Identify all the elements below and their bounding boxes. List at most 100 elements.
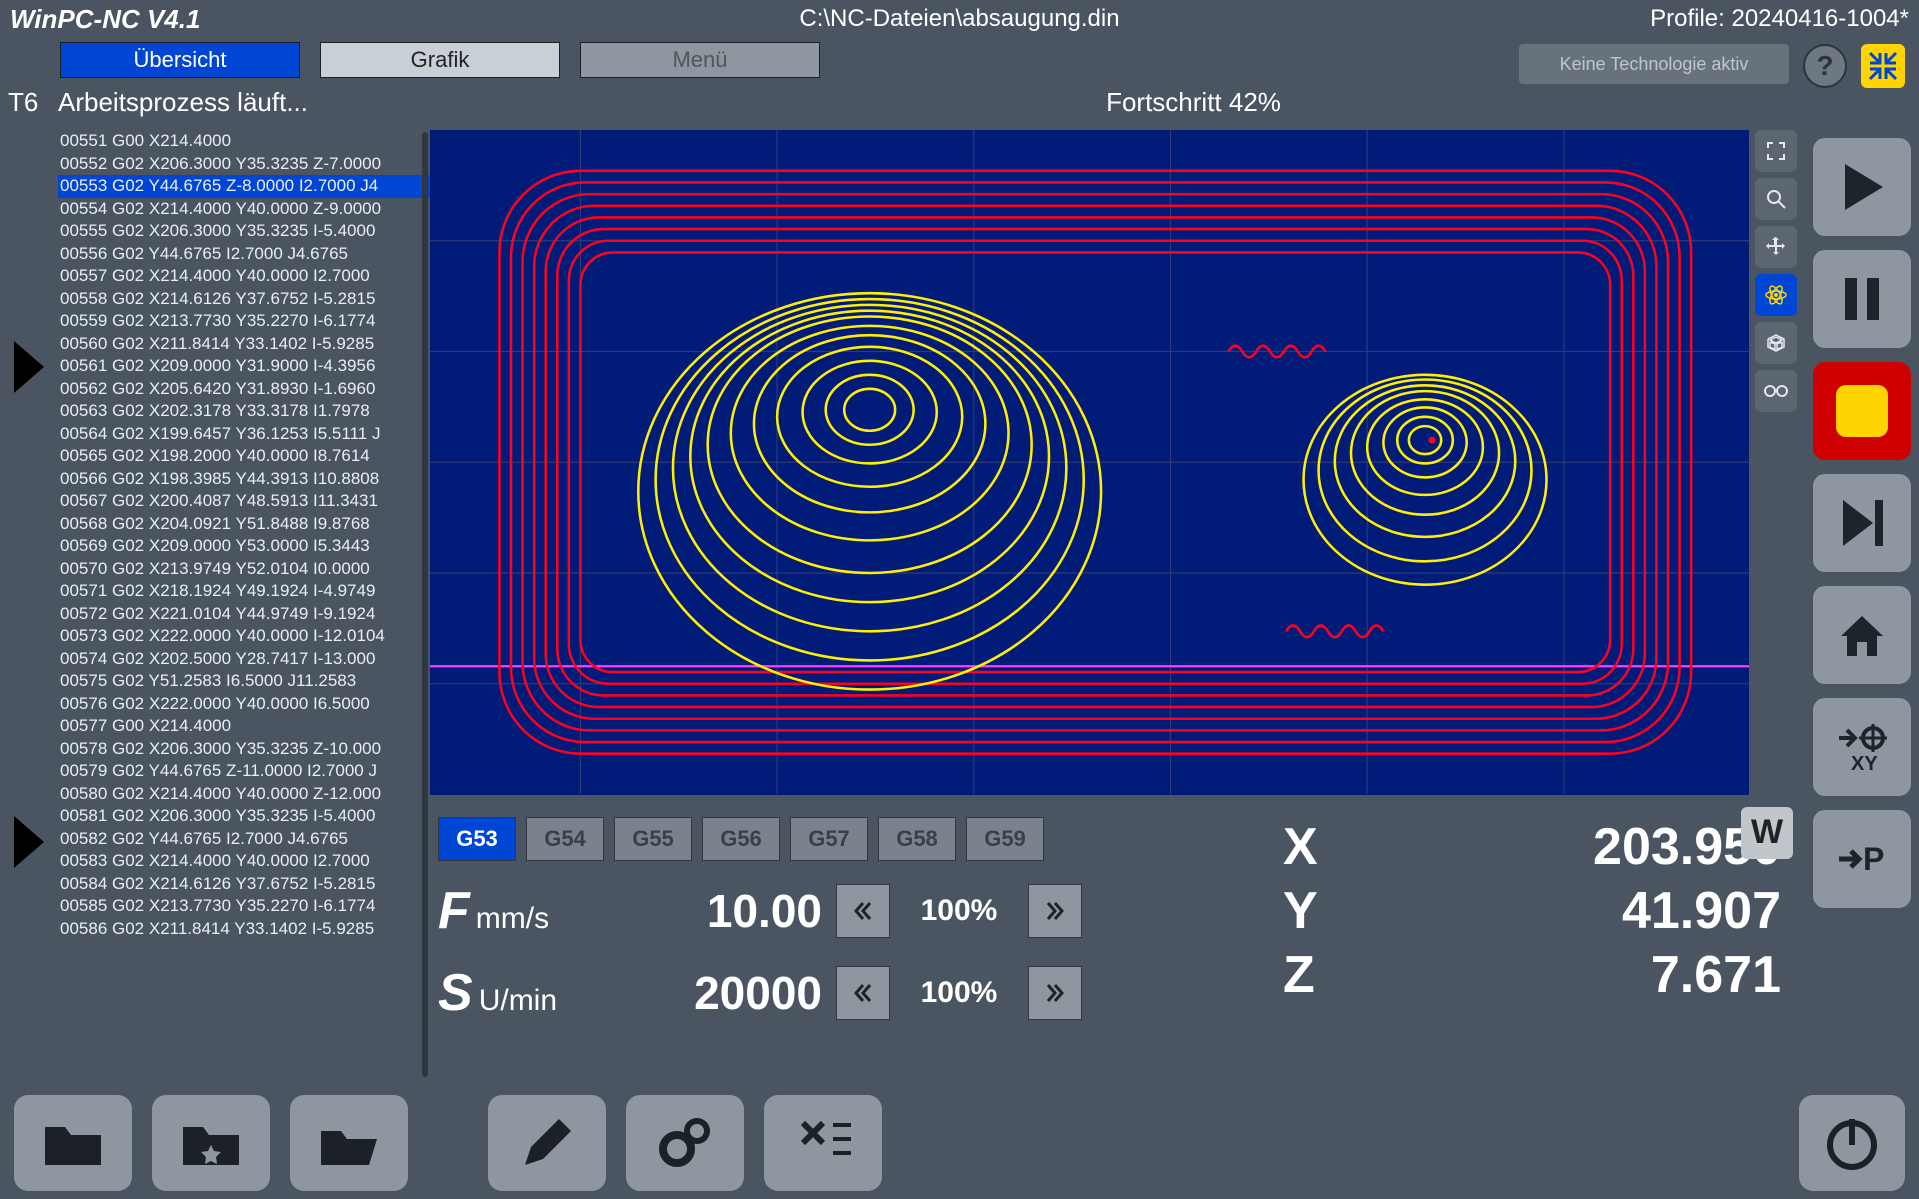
spindle-value: 20000 xyxy=(622,966,822,1020)
stop-button[interactable] xyxy=(1813,362,1911,460)
pan-button[interactable] xyxy=(1755,226,1797,268)
toolpath-canvas[interactable] xyxy=(430,130,1749,795)
spindle-increase-button[interactable] xyxy=(1028,966,1082,1020)
crosshair-xy-icon: XY xyxy=(1833,718,1891,776)
pause-icon xyxy=(1833,270,1891,328)
gcode-row[interactable]: 00581 G02 X206.3000 Y35.3235 I-5.4000 xyxy=(58,805,430,828)
recent-button[interactable] xyxy=(290,1095,408,1191)
collapse-icon xyxy=(1868,51,1898,81)
g5x-button-g55[interactable]: G55 xyxy=(614,817,692,861)
move-icon xyxy=(1764,235,1788,259)
collapse-button[interactable] xyxy=(1861,44,1905,88)
gcode-list[interactable]: 00551 G00 X214.400000552 G02 X206.3000 Y… xyxy=(58,130,430,1079)
gcode-row[interactable]: 00560 G02 X211.8414 Y33.1402 I-5.9285 xyxy=(58,333,430,356)
goto-p-button[interactable]: P xyxy=(1813,810,1911,908)
sim-button[interactable] xyxy=(1755,274,1797,316)
gcode-row[interactable]: 00580 G02 X214.4000 Y40.0000 Z-12.000 xyxy=(58,783,430,806)
gcode-row[interactable]: 00585 G02 X213.7730 Y35.2270 I-6.1774 xyxy=(58,895,430,918)
gcode-row[interactable]: 00567 G02 X200.4087 Y48.5913 I11.3431 xyxy=(58,490,430,513)
gcode-row[interactable]: 00572 G02 X221.0104 Y44.9749 I-9.1924 xyxy=(58,603,430,626)
gcode-row[interactable]: 00553 G02 Y44.6765 Z-8.0000 I2.7000 J4 xyxy=(58,175,430,198)
gcode-row[interactable]: 00575 G02 Y51.2583 I6.5000 J11.2583 xyxy=(58,670,430,693)
gcode-row[interactable]: 00570 G02 X213.9749 Y52.0104 I0.0000 xyxy=(58,558,430,581)
gcode-row[interactable]: 00569 G02 X209.0000 Y53.0000 I5.3443 xyxy=(58,535,430,558)
gcode-row[interactable]: 00565 G02 X198.2000 Y40.0000 I8.7614 xyxy=(58,445,430,468)
gcode-row[interactable]: 00578 G02 X206.3000 Y35.3235 Z-10.000 xyxy=(58,738,430,761)
gcode-row[interactable]: 00557 G02 X214.4000 Y40.0000 I2.7000 xyxy=(58,265,430,288)
profile: Profile: 20240416-1004* xyxy=(1489,5,1909,33)
favorites-button[interactable] xyxy=(152,1095,270,1191)
gcode-row[interactable]: 00566 G02 X198.3985 Y44.3913 I10.8808 xyxy=(58,468,430,491)
zoom-button[interactable] xyxy=(1755,178,1797,220)
home-button[interactable] xyxy=(1813,586,1911,684)
g5x-button-g59[interactable]: G59 xyxy=(966,817,1044,861)
gcode-row[interactable]: 00558 G02 X214.6126 Y37.6752 I-5.2815 xyxy=(58,288,430,311)
gears-icon xyxy=(651,1109,719,1177)
feed-symbol: F xyxy=(438,881,470,941)
gcode-row[interactable]: 00577 G00 X214.4000 xyxy=(58,715,430,738)
file-path: C:\NC-Dateien\absaugung.din xyxy=(430,5,1489,33)
technology-status: Keine Technologie aktiv xyxy=(1519,44,1789,84)
atom-icon xyxy=(1764,283,1788,307)
gcode-row[interactable]: 00568 G02 X204.0921 Y51.8488 I9.8768 xyxy=(58,513,430,536)
gcode-row[interactable]: 00564 G02 X199.6457 Y36.1253 I5.5111 J xyxy=(58,423,430,446)
feed-row: F mm/s 10.00 100% xyxy=(438,879,1249,943)
fit-view-button[interactable] xyxy=(1755,130,1797,172)
g5x-button-g56[interactable]: G56 xyxy=(702,817,780,861)
gcode-row[interactable]: 00573 G02 X222.0000 Y40.0000 I-12.0104 xyxy=(58,625,430,648)
g5x-button-g57[interactable]: G57 xyxy=(790,817,868,861)
gcode-row[interactable]: 00551 G00 X214.4000 xyxy=(58,130,430,153)
settings-button[interactable] xyxy=(626,1095,744,1191)
tab-menu[interactable]: Menü xyxy=(580,42,820,78)
wcs-toggle-button[interactable]: W xyxy=(1741,807,1793,859)
feed-increase-button[interactable] xyxy=(1028,884,1082,938)
gcode-row[interactable]: 00574 G02 X202.5000 Y28.7417 I-13.000 xyxy=(58,648,430,671)
play-button[interactable] xyxy=(1813,138,1911,236)
chevron-right-double-icon xyxy=(1044,982,1066,1004)
axis-z-label: Z xyxy=(1283,945,1363,1005)
tab-overview[interactable]: Übersicht xyxy=(60,42,300,78)
spindle-percent: 100% xyxy=(904,976,1014,1010)
canvas-toolbar xyxy=(1755,130,1797,795)
gcode-row[interactable]: 00554 G02 X214.4000 Y40.0000 Z-9.0000 xyxy=(58,198,430,221)
action-column: XY P xyxy=(1813,138,1911,1079)
play-icon xyxy=(1833,158,1891,216)
gcode-row[interactable]: 00582 G02 Y44.6765 I2.7000 J4.6765 xyxy=(58,828,430,851)
pause-button[interactable] xyxy=(1813,250,1911,348)
gcode-row[interactable]: 00563 G02 X202.3178 Y33.3178 I1.7978 xyxy=(58,400,430,423)
step-button[interactable] xyxy=(1813,474,1911,572)
gcode-row[interactable]: 00586 G02 X211.8414 Y33.1402 I-5.9285 xyxy=(58,918,430,941)
view3d-button[interactable] xyxy=(1755,322,1797,364)
edit-button[interactable] xyxy=(488,1095,606,1191)
open-file-button[interactable] xyxy=(14,1095,132,1191)
gcode-row[interactable]: 00556 G02 Y44.6765 I2.7000 J4.6765 xyxy=(58,243,430,266)
g5x-button-g53[interactable]: G53 xyxy=(438,817,516,861)
power-button[interactable] xyxy=(1799,1095,1905,1191)
gcode-row[interactable]: 00561 G02 X209.0000 Y31.9000 I-4.3956 xyxy=(58,355,430,378)
folder-icon xyxy=(39,1109,107,1177)
gcode-row[interactable]: 00571 G02 X218.1924 Y49.1924 I-4.9749 xyxy=(58,580,430,603)
goto-xy-button[interactable]: XY xyxy=(1813,698,1911,796)
g5x-button-g58[interactable]: G58 xyxy=(878,817,956,861)
gcode-row[interactable]: 00584 G02 X214.6126 Y37.6752 I-5.2815 xyxy=(58,873,430,896)
spindle-decrease-button[interactable] xyxy=(836,966,890,1020)
gcode-row[interactable]: 00559 G02 X213.7730 Y35.2270 I-6.1774 xyxy=(58,310,430,333)
feed-spindle-panel: G53G54G55G56G57G58G59 F mm/s 10.00 100% … xyxy=(430,805,1257,1080)
coordinates-panel: X 203.950 Y 41.907 Z 7.671 xyxy=(1267,805,1797,1080)
gcode-row[interactable]: 00552 G02 X206.3000 Y35.3235 Z-7.0000 xyxy=(58,153,430,176)
gcode-row[interactable]: 00583 G02 X214.4000 Y40.0000 I2.7000 xyxy=(58,850,430,873)
gcode-row[interactable]: 00579 G02 Y44.6765 Z-11.0000 I2.7000 J xyxy=(58,760,430,783)
feed-decrease-button[interactable] xyxy=(836,884,890,938)
cube-icon xyxy=(1764,331,1788,355)
goto-p-icon: P xyxy=(1833,830,1891,888)
help-button[interactable]: ? xyxy=(1803,44,1847,88)
gcode-row[interactable]: 00555 G02 X206.3000 Y35.3235 I-5.4000 xyxy=(58,220,430,243)
feed-value: 10.00 xyxy=(622,884,822,938)
gcode-row[interactable]: 00562 G02 X205.6420 Y31.8930 I-1.6960 xyxy=(58,378,430,401)
tab-graphic[interactable]: Grafik xyxy=(320,42,560,78)
pencil-icon xyxy=(513,1109,581,1177)
tools-button[interactable] xyxy=(764,1095,882,1191)
g5x-button-g54[interactable]: G54 xyxy=(526,817,604,861)
gcode-row[interactable]: 00576 G02 X222.0000 Y40.0000 I6.5000 xyxy=(58,693,430,716)
glasses-button[interactable] xyxy=(1755,370,1797,412)
